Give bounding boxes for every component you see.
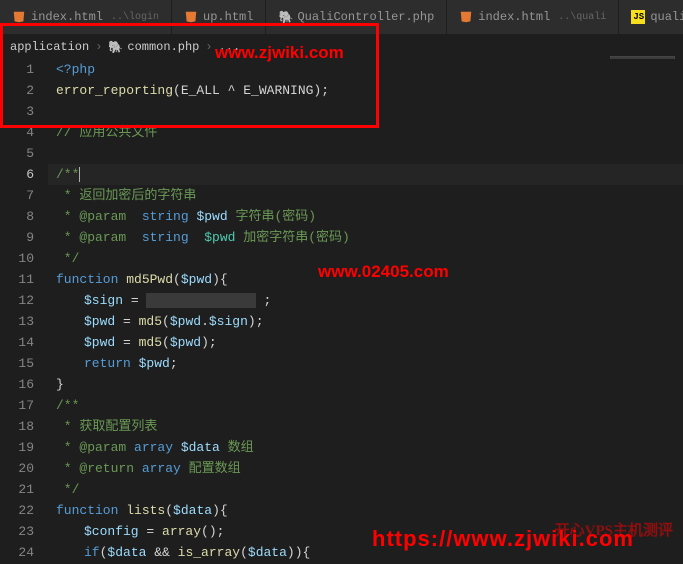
tab-label: index.html xyxy=(31,10,103,24)
code-text: = xyxy=(123,293,146,308)
code-text: /** xyxy=(56,398,79,413)
tab-label: up.html xyxy=(203,10,253,24)
html-icon xyxy=(12,10,26,24)
code-text: ( xyxy=(173,272,181,287)
code-text: lists xyxy=(126,503,165,518)
code-text: md5 xyxy=(139,335,162,350)
code-text: if xyxy=(84,545,100,560)
php-icon: 🐘 xyxy=(278,10,292,24)
code-text: /** xyxy=(56,167,79,182)
html-icon xyxy=(184,10,198,24)
code-text: = xyxy=(115,314,138,329)
code-text: * @param xyxy=(56,209,126,224)
code-text: (); xyxy=(201,524,224,539)
code-text: 配置数组 xyxy=(181,461,241,476)
chevron-right-icon: › xyxy=(205,40,212,54)
code-text: function xyxy=(56,503,126,518)
tab-qualijs[interactable]: JS quali.js xyxy=(619,0,683,34)
code-text: function xyxy=(56,272,126,287)
code-text: ( xyxy=(162,335,170,350)
code-text: * 获取配置列表 xyxy=(56,419,157,434)
breadcrumb-segment[interactable]: ... xyxy=(219,40,241,54)
code-text: $sign xyxy=(84,293,123,308)
code-text: ( xyxy=(240,545,248,560)
code-text: = xyxy=(115,335,138,350)
line-gutter: 12345 678910 1112131415 1617181920 21222… xyxy=(0,59,48,564)
code-text: $pwd xyxy=(181,272,212,287)
code-text: ; xyxy=(256,293,272,308)
code-text: )){ xyxy=(287,545,310,560)
code-text: 字符串(密码) xyxy=(228,209,316,224)
code-text: = xyxy=(139,524,162,539)
code-text: // 应用公共文件 xyxy=(56,125,157,140)
code-text: ( xyxy=(165,503,173,518)
code-text: } xyxy=(56,377,64,392)
code-text: 数组 xyxy=(220,440,254,455)
code-text: $pwd xyxy=(84,335,115,350)
code-text: array xyxy=(134,440,181,455)
code-text: md5 xyxy=(139,314,162,329)
code-text: (E_ALL ^ E_WARNING); xyxy=(173,83,329,98)
code-text: array xyxy=(142,461,181,476)
html-icon xyxy=(459,10,473,24)
code-text: is_array xyxy=(178,545,240,560)
code-text: $data xyxy=(248,545,287,560)
breadcrumb-segment[interactable]: common.php xyxy=(127,40,199,54)
tab-path: ..\login xyxy=(111,12,159,23)
code-text: ){ xyxy=(212,272,228,287)
cursor xyxy=(79,167,80,182)
chevron-right-icon: › xyxy=(95,40,102,54)
code-area[interactable]: <?php error_reporting(E_ALL ^ E_WARNING)… xyxy=(48,59,683,564)
code-text: ; xyxy=(170,356,178,371)
code-text: * @return xyxy=(56,461,142,476)
code-text: $data xyxy=(173,503,212,518)
code-text: && xyxy=(146,545,177,560)
js-icon: JS xyxy=(631,10,645,24)
code-text: return xyxy=(84,356,139,371)
code-text: <?php xyxy=(56,62,95,77)
code-text: * @param xyxy=(56,230,126,245)
code-text: 加密字符串(密码) xyxy=(235,230,349,245)
code-text: $config xyxy=(84,524,139,539)
code-text: ( xyxy=(162,314,170,329)
code-text: $pwd xyxy=(204,230,235,245)
code-text: string xyxy=(126,230,204,245)
code-text: * 返回加密后的字符串 xyxy=(56,188,196,203)
code-text: md5Pwd xyxy=(126,272,173,287)
code-editor[interactable]: 12345 678910 1112131415 1617181920 21222… xyxy=(0,59,683,564)
code-text: $pwd xyxy=(170,335,201,350)
code-text: $sign xyxy=(209,314,248,329)
php-icon: 🐘 xyxy=(108,40,123,55)
code-text: $pwd xyxy=(196,209,227,224)
tab-index-quali[interactable]: index.html ..\quali xyxy=(447,0,619,34)
editor-tabs: index.html ..\login up.html 🐘 QualiContr… xyxy=(0,0,683,35)
tab-label: quali.js xyxy=(650,10,683,24)
code-text: $data xyxy=(107,545,146,560)
breadcrumb[interactable]: application › 🐘 common.php › ... xyxy=(0,35,683,59)
tab-up[interactable]: up.html xyxy=(172,0,266,34)
code-text: $pwd xyxy=(139,356,170,371)
code-text: string xyxy=(126,209,196,224)
tab-path: ..\quali xyxy=(558,12,606,23)
code-text: error_reporting xyxy=(56,83,173,98)
code-text: ){ xyxy=(212,503,228,518)
code-text: ); xyxy=(248,314,264,329)
code-text: ); xyxy=(201,335,217,350)
tab-label: index.html xyxy=(478,10,550,24)
code-text: */ xyxy=(56,251,79,266)
code-text: $pwd xyxy=(84,314,115,329)
tab-label: QualiController.php xyxy=(297,10,434,24)
tab-qualicontroller[interactable]: 🐘 QualiController.php xyxy=(266,0,447,34)
tab-index-login[interactable]: index.html ..\login xyxy=(0,0,172,34)
code-text: . xyxy=(201,314,209,329)
code-text: * @param xyxy=(56,440,134,455)
code-text: $data xyxy=(181,440,220,455)
code-text: */ xyxy=(56,482,79,497)
breadcrumb-segment[interactable]: application xyxy=(10,40,89,54)
code-text: array xyxy=(162,524,201,539)
code-text: $pwd xyxy=(170,314,201,329)
